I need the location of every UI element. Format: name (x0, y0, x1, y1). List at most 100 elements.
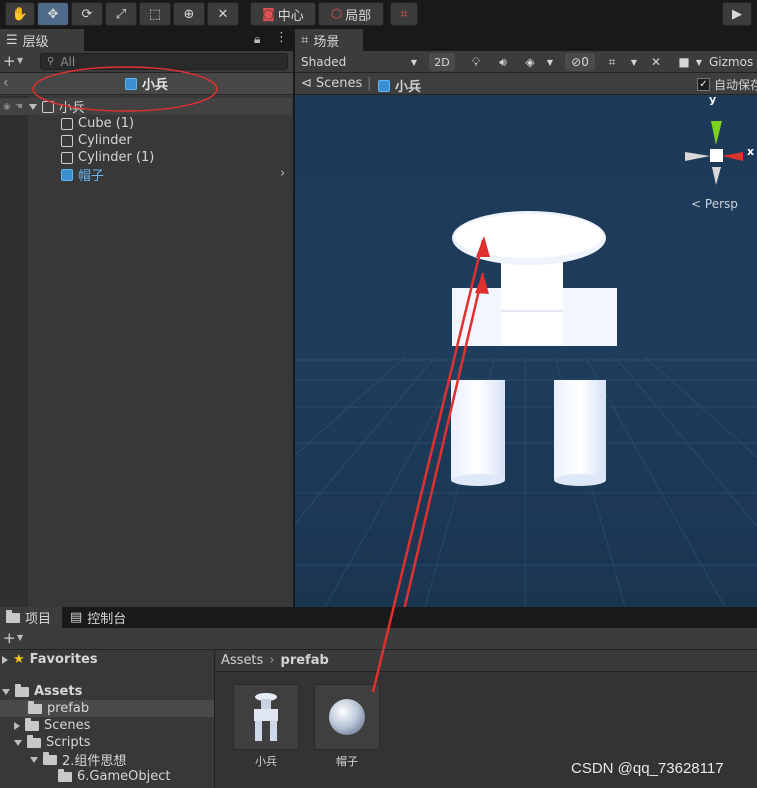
autosave-toggle[interactable]: ✓ 自动保存 (697, 76, 757, 93)
rotate-icon[interactable]: ⟳ (71, 2, 103, 26)
breadcrumb-separator: | (367, 76, 372, 91)
tab-project-label: 项目 (25, 612, 52, 627)
pickable-icon[interactable]: ☚ (15, 102, 23, 112)
tab-console[interactable]: ▤ 控制台 (64, 607, 144, 628)
projection-toggle[interactable]: < Persp (691, 197, 738, 211)
perspective-icon: < (691, 197, 702, 211)
space-toggle[interactable]: ⬡ 局部 (318, 2, 384, 26)
search-input[interactable]: ⚲ All (40, 53, 288, 70)
gameobject-icon (61, 117, 73, 130)
hierarchy-item[interactable]: Cube (1) (0, 115, 292, 132)
expand-arrow-icon[interactable] (28, 103, 37, 110)
expand-arrow-icon (2, 688, 10, 695)
breadcrumb-prefab[interactable]: 小兵 (378, 76, 421, 95)
audio-icon[interactable]: 🔊︎ (494, 53, 512, 71)
breadcrumb-prefab-label: 小兵 (395, 80, 422, 95)
gizmos-dropdown[interactable]: Gizmos (709, 53, 757, 71)
prefab-cube-icon (378, 79, 390, 92)
tree-item-label: 2.组件思想 (62, 754, 127, 769)
tab-project[interactable]: 项目 (0, 607, 62, 628)
console-icon: ▤ (70, 610, 83, 625)
tree-item-label: Scripts (46, 735, 91, 750)
expand-arrow-icon (30, 756, 38, 763)
breadcrumb-assets[interactable]: Assets (221, 653, 263, 668)
play-icon: ▶ (732, 6, 742, 22)
checkbox-checked-icon: ✓ (697, 78, 710, 91)
lighting-icon[interactable]: 💡︎ (467, 53, 485, 71)
folder-icon (58, 768, 72, 782)
gizmos-label: Gizmos (709, 55, 754, 69)
lock-icon[interactable]: 🔒︎ (254, 32, 260, 47)
kebab-menu-icon[interactable]: ⋮ (275, 30, 288, 45)
hierarchy-tabbar: ☰ 层级 🔒︎ ⋮ (0, 29, 293, 51)
hierarchy-item[interactable]: Cylinder (1) (0, 149, 292, 166)
asset-thumbnail-hat[interactable] (314, 684, 380, 750)
shading-dropdown[interactable]: Shaded ▼ (297, 53, 421, 71)
folder-icon (6, 609, 20, 623)
prefab-title: 小兵 (141, 78, 168, 93)
sphere-icon (329, 699, 365, 735)
hierarchy-item-prefab[interactable]: 帽子 › (0, 166, 292, 184)
asset-thumbnail-soldier[interactable] (233, 684, 299, 750)
visibility-icon[interactable]: ◉ (3, 102, 11, 112)
shading-label: Shaded (301, 55, 347, 69)
hierarchy-search-bar: + ▼ ⚲ All (0, 51, 293, 73)
hand-icon[interactable]: ✋ (5, 2, 35, 26)
hierarchy-item[interactable]: Cylinder (0, 132, 292, 149)
project-breadcrumb: Assets › prefab (216, 650, 757, 672)
dropdown-icon[interactable]: ▼ (543, 53, 557, 71)
tools-icon[interactable]: ✕ (647, 53, 665, 71)
back-arrow-icon[interactable]: ‹ (3, 75, 9, 91)
move-icon[interactable]: ✥ (37, 2, 69, 26)
custom-tool-icon[interactable]: ✕ (207, 2, 239, 26)
hidden-objects-toggle[interactable]: ⊘ 0 (565, 53, 595, 71)
tab-hierarchy[interactable]: ☰ 层级 (0, 29, 84, 51)
axis-y-label: y (709, 95, 717, 106)
snap-grid-icon[interactable]: ⌗ (603, 53, 621, 71)
rect-icon[interactable]: ⬚ (139, 2, 171, 26)
tree-item-scripts[interactable]: Scripts (0, 734, 214, 751)
effects-icon[interactable]: ◈ (521, 53, 539, 71)
breadcrumb-prefab-folder[interactable]: prefab (281, 653, 329, 668)
mode-2d-button[interactable]: 2D (429, 53, 455, 71)
tab-scene[interactable]: ⌗ 场景 (295, 29, 363, 51)
gameobject-icon (41, 100, 54, 113)
dropdown-icon[interactable]: ▼ (693, 53, 705, 71)
project-tabbar: 项目 ▤ 控制台 (0, 607, 757, 628)
dropdown-icon[interactable]: ▼ (627, 53, 641, 71)
prefab-cube-icon (124, 77, 137, 90)
tree-item-gameobject[interactable]: 6.GameObject (0, 768, 214, 785)
chevron-right-icon[interactable]: › (280, 166, 285, 181)
tree-item-label: 6.GameObject (77, 769, 171, 784)
play-button[interactable]: ▶ (722, 2, 752, 26)
tree-item-label: Scenes (44, 718, 91, 733)
scale-icon[interactable]: ⤢ (105, 2, 137, 26)
axis-x-label: x (747, 145, 755, 158)
tree-item-scenes[interactable]: Scenes (0, 717, 214, 734)
favorites-row[interactable]: ★ Favorites (0, 651, 214, 668)
mode-2d-label: 2D (434, 55, 450, 69)
tree-item-components[interactable]: 2.组件思想 (0, 751, 214, 769)
hierarchy-item-label: Cylinder (78, 133, 132, 148)
tree-item-prefab[interactable]: prefab (0, 700, 214, 717)
pivot-icon: ◙ (262, 6, 275, 22)
autosave-label: 自动保存 (714, 78, 757, 92)
list-icon: ☰ (6, 32, 18, 48)
dropdown-icon[interactable]: ▼ (17, 633, 23, 642)
camera-icon[interactable]: ■ (675, 53, 693, 71)
pivot-toggle[interactable]: ◙ 中心 (250, 2, 316, 26)
hierarchy-panel: ☰ 层级 🔒︎ ⋮ + ▼ ⚲ All ‹ 小兵 ◉ ☚ 小兵 Cube (1)… (0, 29, 293, 607)
hierarchy-root-row[interactable]: ◉ ☚ 小兵 (0, 98, 292, 116)
grid-snap-icon[interactable]: ⌗ (390, 2, 418, 26)
add-icon[interactable]: + (3, 629, 16, 647)
add-icon[interactable]: + (3, 52, 16, 70)
transform-icon[interactable]: ⊕ (173, 2, 205, 26)
pivot-label: 中心 (277, 8, 304, 24)
hierarchy-item-label: Cube (1) (78, 116, 135, 131)
scene-panel: ⌗ 场景 Shaded ▼ 2D 💡︎ 🔊︎ ◈ ▼ ⊘ 0 ⌗ ▼ ✕ ■ ▼… (295, 29, 757, 607)
scene-viewport[interactable]: y x < Persp (295, 95, 757, 607)
breadcrumb-scenes[interactable]: ⊲ Scenes (301, 76, 362, 91)
dropdown-icon[interactable]: ▼ (17, 56, 23, 65)
project-toolbar: + ▼ (0, 628, 757, 650)
assets-row[interactable]: Assets (0, 683, 214, 700)
